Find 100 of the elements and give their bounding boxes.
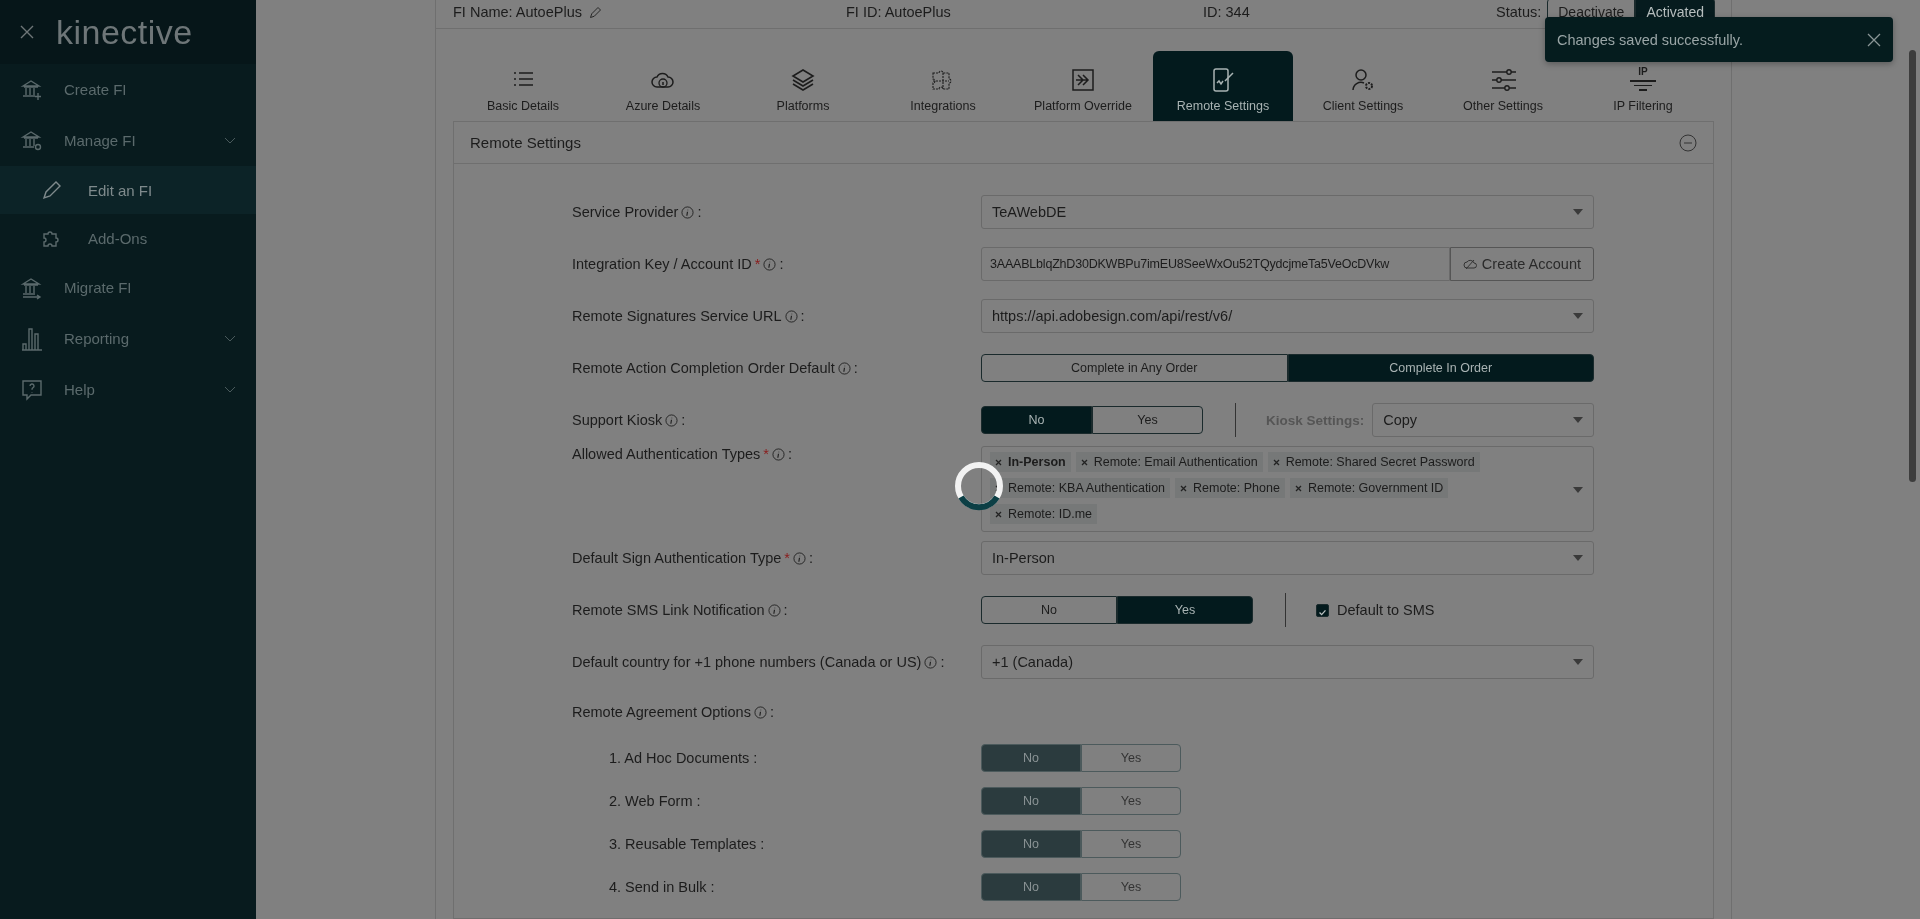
- toggle-option[interactable]: No: [981, 406, 1092, 434]
- info-icon: [784, 309, 798, 323]
- info-icon: [767, 603, 781, 617]
- caret-icon: [1573, 209, 1583, 215]
- label-colon: :: [779, 256, 784, 272]
- sidebar-item[interactable]: Edit an FI: [0, 166, 256, 214]
- sliders-icon: [1490, 67, 1516, 93]
- chevron-icon: [224, 136, 236, 145]
- user-gear-icon: [1350, 67, 1376, 93]
- tab[interactable]: Platform Override: [1013, 51, 1153, 121]
- tab[interactable]: Remote Settings: [1153, 51, 1293, 121]
- tab[interactable]: IP IP Filtering: [1573, 51, 1713, 121]
- label-colon: :: [681, 412, 686, 428]
- label-colon: :: [697, 204, 702, 220]
- input-field[interactable]: 3AAABLblqZhD30DKWBPu7imEU8SeeWxOu52TQydcjmeTa5VeOcDVkw: [981, 247, 1450, 281]
- fi-name: FI Name: AutoePlus: [453, 4, 582, 20]
- label-colon: :: [769, 704, 774, 720]
- field-label: Default Sign Authentication Type: [572, 550, 782, 566]
- select-field[interactable]: TeAWebDE: [981, 195, 1594, 229]
- tab[interactable]: Platforms: [733, 51, 873, 121]
- option-label: 3. Reusable Templates :: [608, 835, 766, 852]
- multi-select-field[interactable]: In-Person Remote: Email Authentication Remote: Shared Secret Password Remote: KBA Authentication Remote: Phone Remote: Government ID Remote: ID.me: [981, 446, 1594, 532]
- tag-chip: Remote: Phone: [1175, 478, 1285, 498]
- option-label: 2. Web Form :: [608, 792, 702, 809]
- info-icon: [924, 655, 938, 669]
- section-title: Remote Settings: [470, 134, 581, 151]
- toast-message: Changes saved successfully.: [1557, 31, 1743, 48]
- tab[interactable]: Basic Details: [453, 51, 593, 121]
- select-field[interactable]: Copy: [1372, 403, 1594, 437]
- info-icon: [763, 257, 777, 271]
- info-icon: [681, 205, 695, 219]
- option-label: 1. Ad Hoc Documents :: [608, 749, 759, 766]
- select-field[interactable]: https://api.adobesign.com/api/rest/v6/: [981, 299, 1594, 333]
- info-icon: [772, 447, 785, 461]
- label-colon: :: [809, 550, 813, 566]
- tag-chip: Remote: ID.me: [990, 504, 1098, 524]
- tab[interactable]: Integrations: [873, 51, 1013, 121]
- bank-icon: [20, 128, 44, 153]
- toggle-option[interactable]: Yes: [1117, 596, 1253, 624]
- sidebar-item[interactable]: Reporting: [0, 313, 256, 364]
- tag-chip: Remote: KBA Authentication: [990, 478, 1171, 498]
- field-label: Support Kiosk: [572, 412, 663, 428]
- create-account-button[interactable]: Create Account: [1449, 247, 1594, 281]
- tag-chip: Remote: Shared Secret Password: [1267, 452, 1480, 472]
- info-icon: [793, 551, 806, 565]
- required-mark: *: [763, 446, 769, 462]
- layers-icon: [790, 67, 816, 93]
- field-label: Remote Agreement Options: [572, 704, 751, 720]
- arrow-box-icon: [1070, 67, 1096, 93]
- select-field[interactable]: In-Person: [981, 541, 1594, 575]
- collapse-icon[interactable]: [1679, 133, 1697, 152]
- option-label: 4. Send in Bulk :: [608, 878, 716, 895]
- pencil-icon[interactable]: [587, 4, 603, 20]
- brand-logo: kinective: [56, 12, 193, 52]
- caret-icon: [1573, 659, 1583, 665]
- required-mark: *: [754, 256, 761, 272]
- tab[interactable]: Other Settings: [1433, 51, 1573, 121]
- help-icon: [20, 377, 44, 402]
- label-colon: :: [940, 654, 945, 670]
- sidebar-item[interactable]: Manage FI: [0, 115, 256, 166]
- caret-icon: [1573, 417, 1583, 423]
- tag-chip: Remote: Government ID: [1289, 478, 1449, 498]
- sidebar-item[interactable]: Migrate FI: [0, 262, 256, 313]
- caret-icon: [1573, 313, 1583, 319]
- tab[interactable]: Client Settings: [1293, 51, 1433, 121]
- close-icon[interactable]: [20, 25, 34, 39]
- select-field[interactable]: +1 (Canada): [981, 645, 1594, 679]
- toggle-option[interactable]: Yes: [1092, 406, 1203, 434]
- field-label: Integration Key / Account ID: [572, 256, 752, 272]
- status-label: Status:: [1496, 4, 1542, 20]
- field-label: Default country for +1 phone numbers (Canada or US): [572, 654, 922, 670]
- bank-icon: [20, 275, 44, 300]
- bank-icon: [20, 77, 44, 102]
- field-label: Remote Signatures Service URL: [572, 308, 782, 324]
- tag-chip: Remote: Email Authentication: [1075, 452, 1263, 472]
- loading-spinner: [954, 461, 1004, 511]
- scrollbar[interactable]: [1909, 50, 1916, 482]
- toggle-option[interactable]: No: [981, 596, 1117, 624]
- required-mark: *: [784, 550, 790, 566]
- label-colon: :: [853, 360, 858, 376]
- tab[interactable]: Azure Details: [593, 51, 733, 121]
- id-text: ID: 344: [1203, 4, 1251, 20]
- sidebar-item[interactable]: Create FI: [0, 64, 256, 115]
- bar-chart-icon: [20, 326, 44, 351]
- chevron-icon: [224, 385, 236, 394]
- tag-chip: In-Person: [990, 452, 1071, 472]
- toggle-option[interactable]: Complete in Any Order: [981, 354, 1288, 382]
- fi-id: FI ID: AutoePlus: [846, 4, 952, 20]
- sidebar-item[interactable]: Help: [0, 364, 256, 415]
- label-colon: :: [783, 602, 788, 618]
- close-icon[interactable]: [1867, 32, 1881, 47]
- label-colon: :: [788, 446, 793, 462]
- caret-icon: [1573, 487, 1583, 493]
- info-icon: [665, 413, 679, 427]
- chevron-icon: [224, 334, 236, 343]
- default-sms-checkbox[interactable]: Default to SMS: [1316, 602, 1435, 618]
- sidebar-item[interactable]: Add-Ons: [0, 214, 256, 262]
- field-label: Service Provider: [572, 204, 679, 220]
- field-label: Allowed Authentication Types: [572, 446, 761, 462]
- toggle-option[interactable]: Complete In Order: [1287, 354, 1594, 382]
